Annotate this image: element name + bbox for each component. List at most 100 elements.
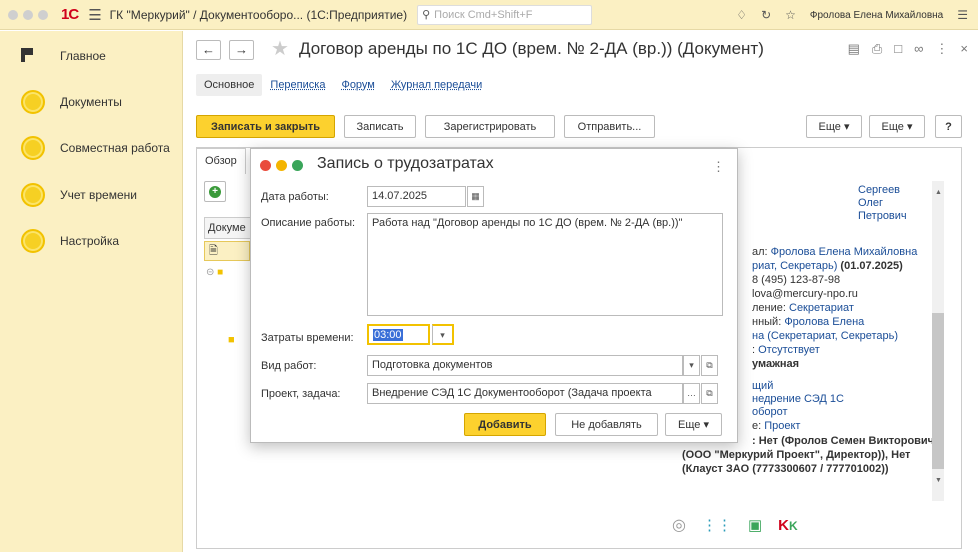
scroll-up-icon[interactable]: ▲ [935,189,942,196]
date-field[interactable]: 14.07.2025 [367,186,466,207]
window-dot-icon[interactable] [8,9,18,20]
description-field[interactable]: Работа над "Договор аренды по 1С ДО (вре… [367,213,723,316]
right-panel-link[interactable]: оборот [752,406,788,418]
select-ellipsis-icon[interactable]: … [683,383,700,404]
bell-icon[interactable]: ♢ [736,8,747,22]
right-panel-link[interactable]: недрение СЭД 1С [752,393,844,405]
skip-button[interactable]: Не добавлять [555,413,658,436]
tab-main[interactable]: Основное [196,74,263,96]
history-icon[interactable]: ↻ [761,8,771,22]
tab-transfer-log[interactable]: Журнал передачи [383,74,490,96]
open-icon[interactable]: ⧉ [701,355,718,376]
more-vertical-icon[interactable]: ⋮ [712,159,725,175]
scrollbar-thumb[interactable] [932,313,944,469]
scrollbar[interactable]: ▲ ▼ [932,181,944,501]
right-panel-link[interactable]: Фролова Елена [784,316,864,328]
user-name[interactable]: Фролова Елена Михайловна [810,10,943,21]
sidebar-item-label: Главное [60,49,106,63]
maximize-dot-icon[interactable] [292,160,303,171]
circle-icon [21,183,45,207]
circle-icon [21,136,45,160]
close-icon[interactable]: × [960,41,968,57]
right-panel-text[interactable]: Олег [858,197,883,209]
right-panel-text[interactable]: Петрович [858,210,907,222]
window-dot-icon[interactable] [23,9,33,20]
sidebar-item-documents[interactable]: Документы [0,82,183,122]
tab-correspondence[interactable]: Переписка [262,74,333,96]
page-title: Договор аренды по 1С ДО (врем. № 2-ДА (в… [299,39,764,58]
back-button[interactable]: ← [196,40,221,60]
more-button[interactable]: Еще ▾ [806,115,862,138]
right-panel-link[interactable]: на (Секретариат, Секретарь) [752,330,898,342]
open-icon[interactable]: ⧉ [701,383,718,404]
app-logo: 1С [61,6,79,23]
flag-icon [21,48,33,62]
right-panel-text[interactable]: Сергеев [858,184,900,196]
window-dot-icon[interactable] [38,9,48,20]
right-panel-link[interactable]: риат, Секретарь) [752,260,837,272]
scroll-down-icon[interactable]: ▼ [935,477,942,484]
tab-forum[interactable]: Форум [333,74,382,96]
send-button[interactable]: Отправить... [564,115,655,138]
right-panel-text: е: [752,420,765,432]
list-row-folder[interactable]: ⊝ ■ [204,267,250,287]
kk-icon[interactable]: KK [778,517,798,534]
add-button[interactable]: Добавить [464,413,546,436]
calendar-icon[interactable]: ▦ [467,186,484,207]
sidebar-item-time-tracking[interactable]: Учет времени [0,175,183,215]
barcode-icon[interactable]: ◎ [672,515,686,535]
register-button[interactable]: Зарегистрировать [425,115,555,138]
add-icon[interactable]: + [204,181,226,202]
list-row-selected[interactable]: 🗎 [204,241,250,261]
right-panel-line: нный: Фролова Елена [752,316,864,328]
right-panel-text: lova@mercury-npo.ru [752,288,858,300]
right-panel-text: ление: [752,302,789,314]
more-label: Еще [818,120,841,133]
right-panel-text: (Клауст ЗАО (7773300607 / 777701002)) [682,463,889,475]
minimize-dot-icon[interactable] [276,160,287,171]
right-panel-link[interactable]: Секретариат [789,302,854,314]
more-vertical-icon[interactable]: ⋮ [935,41,948,57]
close-dot-icon[interactable] [260,160,271,171]
sidebar-item-settings[interactable]: Настройка [0,221,183,261]
right-panel-line: ал: Фролова Елена Михайловна [752,246,917,258]
save-button[interactable]: Записать [344,115,416,138]
sidebar-item-label: Совместная работа [60,141,170,155]
sidebar-item-label: Настройка [60,234,120,248]
right-panel-link[interactable]: Отсутствует [758,344,820,356]
description-label: Описание работы: [261,217,356,229]
tree-icon[interactable]: ⋮⋮ [702,516,732,534]
help-button[interactable]: ? [935,115,962,138]
link-icon[interactable]: ∞ [914,41,923,57]
favorite-star-icon[interactable]: ★ [271,36,289,61]
time-field[interactable]: 03:00 [367,324,430,345]
save-and-close-button[interactable]: Записать и закрыть [196,115,335,138]
print-icon[interactable]: ⎙ [872,41,882,57]
right-panel-link[interactable]: щий [752,380,773,392]
form-tabs: Основное Переписка Форум Журнал передачи [196,71,490,99]
dropdown-arrow-icon[interactable]: ▾ [683,355,700,376]
window-controls[interactable] [8,9,53,20]
sidebar: Главное Документы Совместная работа Учет… [0,31,183,552]
global-search-input[interactable]: ⚲ Поиск Cmd+Shift+F [417,4,593,25]
settings-menu-icon[interactable]: ☰ [957,8,968,22]
right-panel-link[interactable]: Фролова Елена Михайловна [771,246,918,258]
project-field[interactable]: Внедрение СЭД 1С Документооборот (Задача… [367,383,683,404]
tab-overview[interactable]: Обзор [196,148,246,174]
more-button-2[interactable]: Еще ▾ [869,115,925,138]
forward-button[interactable]: → [229,40,254,60]
dropdown-arrow-icon[interactable]: ▾ [432,324,454,345]
save-icon[interactable]: ▤ [848,41,860,57]
right-panel-link[interactable]: Проект [764,420,800,432]
right-panel-text: умажная [752,358,800,370]
preview-icon[interactable]: □ [894,41,902,57]
search-icon: ⚲ [422,9,431,21]
hamburger-menu-icon[interactable]: ☰ [88,6,101,24]
favorite-star-icon[interactable]: ☆ [785,8,796,22]
right-panel-text: 8 (495) 123-87-98 [752,274,841,286]
more-button[interactable]: Еще ▾ [665,413,722,436]
chat-icon[interactable]: ▣ [748,516,762,534]
sidebar-item-collaboration[interactable]: Совместная работа [0,128,183,168]
sidebar-item-main[interactable]: Главное [0,36,183,76]
work-type-field[interactable]: Подготовка документов [367,355,683,376]
